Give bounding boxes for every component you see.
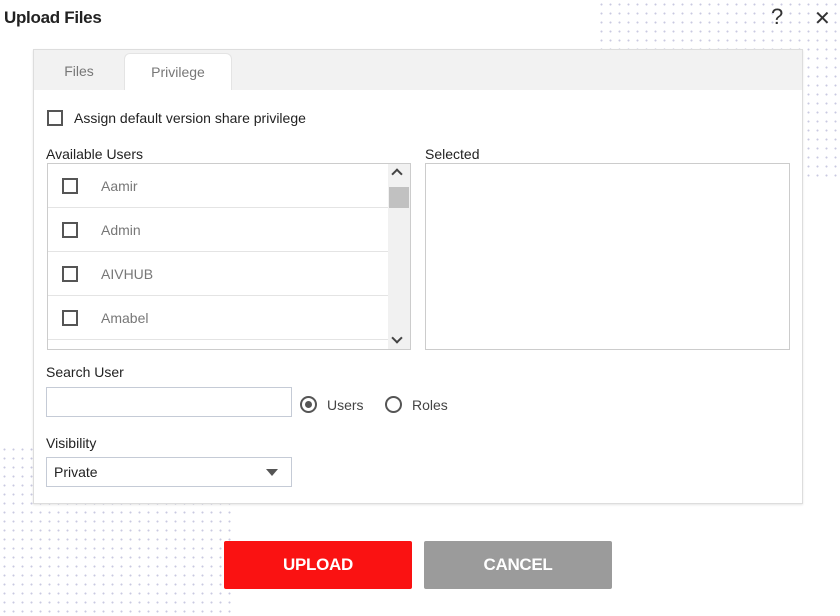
user-name: Admin [101,221,141,238]
search-user-label: Search User [46,364,124,380]
users-radio-label: Users [327,397,364,413]
upload-panel: Files Privilege Assign default version s… [33,49,803,504]
scrollbar[interactable] [388,164,410,349]
scroll-thumb[interactable] [389,187,409,208]
selected-list[interactable] [425,163,790,350]
user-name: Amabel [101,309,149,326]
upload-button[interactable]: UPLOAD [224,541,412,589]
user-checkbox[interactable] [62,265,78,282]
dialog-title: Upload Files [4,8,102,27]
assign-default-label: Assign default version share privilege [74,110,306,126]
user-checkbox[interactable] [62,177,78,194]
roles-radio-label: Roles [412,397,448,413]
list-item[interactable]: Amabel [48,296,388,340]
tab-privilege[interactable]: Privilege [124,53,232,90]
list-item[interactable]: AIVHUB [48,252,388,296]
visibility-value: Private [54,464,98,480]
scroll-up-icon[interactable] [391,168,403,180]
available-users-label: Available Users [46,146,144,162]
visibility-label: Visibility [46,435,97,451]
scroll-down-icon[interactable] [391,332,403,344]
help-icon[interactable]: ? [771,4,783,30]
users-radio[interactable] [300,396,317,413]
assign-default-checkbox[interactable] [47,110,63,126]
available-users-list: Aamir Admin AIVHUB Amabel [47,163,411,350]
visibility-select[interactable]: Private [46,457,292,487]
tab-files[interactable]: Files [34,53,124,90]
close-icon[interactable]: ✕ [814,6,831,31]
selected-label: Selected [425,146,480,162]
tab-bar: Files Privilege [34,50,802,90]
user-checkbox[interactable] [62,221,78,238]
search-user-input[interactable] [46,387,292,417]
user-name: AIVHUB [101,265,154,282]
chevron-down-icon [266,469,278,476]
user-name: Aamir [101,177,138,194]
roles-radio[interactable] [385,396,402,413]
list-item[interactable]: Admin [48,208,388,252]
list-item[interactable]: Aamir [48,164,388,208]
cancel-button[interactable]: CANCEL [424,541,612,589]
user-checkbox[interactable] [62,309,78,326]
